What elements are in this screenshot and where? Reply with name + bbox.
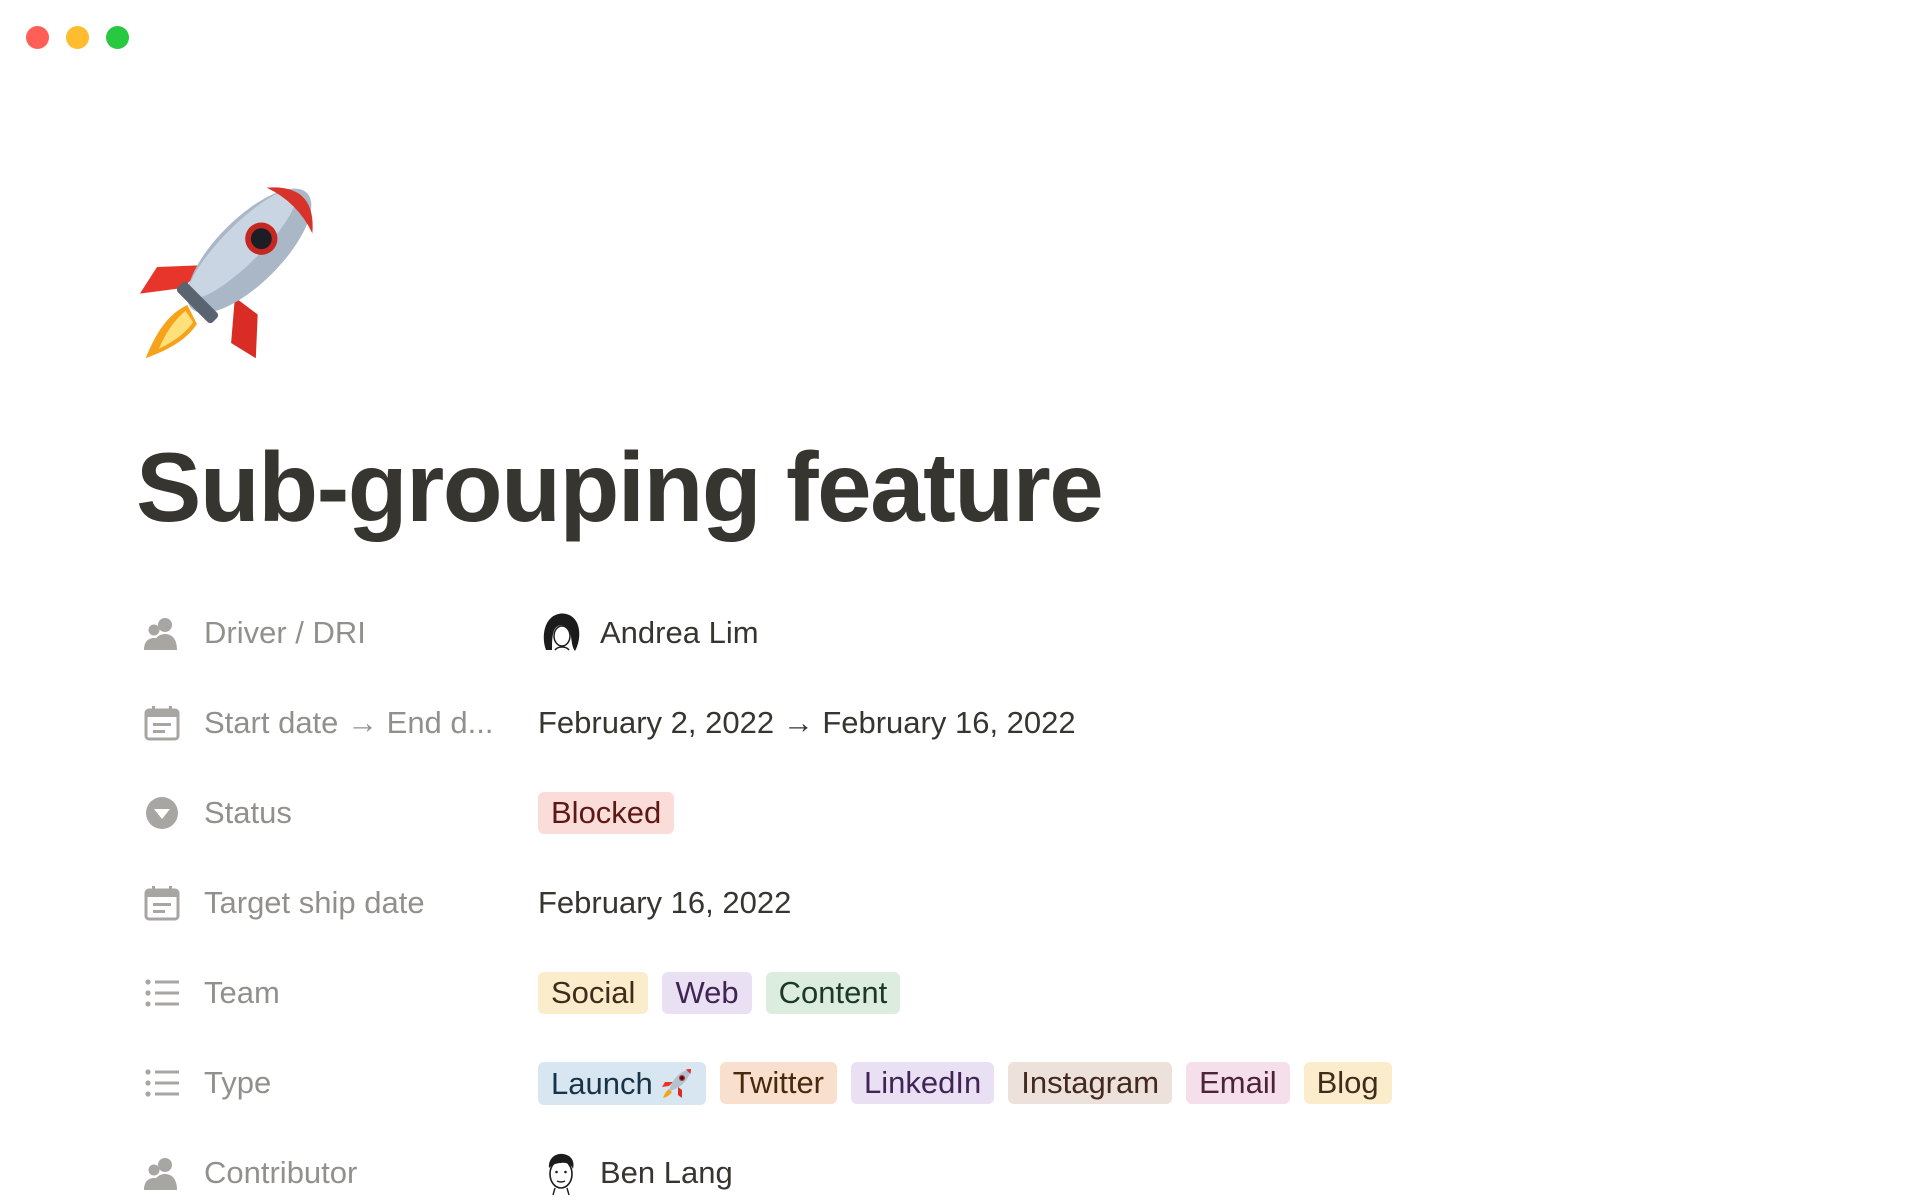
person-icon [140, 1151, 184, 1195]
status-icon [140, 791, 184, 835]
property-dates: Start date → End d... February 2, 2022 →… [140, 678, 1740, 768]
property-contributor: Contributor Ben Lang [140, 1128, 1740, 1200]
tag-blog[interactable]: Blog [1303, 1062, 1392, 1104]
property-label-text: Team [204, 975, 280, 1010]
properties-panel: Driver / DRI Andrea Lim Start date → End… [140, 588, 1740, 1200]
property-label-text: Contributor [204, 1155, 358, 1190]
tag-twitter[interactable]: Twitter [719, 1062, 838, 1104]
page-rocket-icon[interactable] [138, 172, 328, 362]
calendar-icon [140, 701, 184, 745]
person-name: Ben Lang [600, 1155, 733, 1190]
tag-social[interactable]: Social [538, 972, 649, 1014]
rocket-icon [661, 1067, 693, 1099]
minimize-window-button[interactable] [66, 26, 89, 49]
list-icon [140, 1061, 184, 1105]
calendar-icon [140, 881, 184, 925]
property-target-ship-date: Target ship date February 16, 2022 [140, 858, 1740, 948]
tag-email[interactable]: Email [1186, 1062, 1290, 1104]
property-label-text: Type [204, 1065, 272, 1100]
property-label-target-ship-date[interactable]: Target ship date [140, 881, 538, 925]
property-value-contributor[interactable]: Ben Lang [538, 1150, 733, 1196]
property-label-text: Driver / DRI [204, 615, 366, 650]
property-value-target-ship-date[interactable]: February 16, 2022 [538, 885, 791, 921]
property-label-dates[interactable]: Start date → End d... [140, 701, 538, 745]
property-value-type[interactable]: Launch Twitter LinkedIn Instagram Email … [538, 1061, 1406, 1105]
tag-linkedin[interactable]: LinkedIn [851, 1062, 995, 1104]
property-value-dates[interactable]: February 2, 2022 → February 16, 2022 [538, 705, 1076, 741]
person-name: Andrea Lim [600, 615, 759, 650]
property-label-text: Target ship date [204, 885, 425, 920]
tag-instagram[interactable]: Instagram [1008, 1062, 1173, 1104]
property-label-team[interactable]: Team [140, 971, 538, 1015]
property-label-type[interactable]: Type [140, 1061, 538, 1105]
property-value-status[interactable]: Blocked [538, 792, 688, 834]
property-value-driver[interactable]: Andrea Lim [538, 610, 759, 656]
status-badge[interactable]: Blocked [538, 792, 675, 834]
property-label-driver[interactable]: Driver / DRI [140, 611, 538, 655]
avatar [538, 1150, 584, 1196]
page-title[interactable]: Sub-grouping feature [136, 438, 1104, 536]
property-status: Status Blocked [140, 768, 1740, 858]
property-value-team[interactable]: Social Web Content [538, 972, 914, 1014]
close-window-button[interactable] [26, 26, 49, 49]
property-label-status[interactable]: Status [140, 791, 538, 835]
list-icon [140, 971, 184, 1015]
property-label-text: Start date → End d... [204, 705, 494, 740]
tag-launch-text: Launch [551, 1065, 653, 1101]
property-team: Team Social Web Content [140, 948, 1740, 1038]
window-controls [26, 26, 129, 49]
property-type: Type Launch Twitter LinkedIn Instagram E… [140, 1038, 1740, 1128]
property-driver: Driver / DRI Andrea Lim [140, 588, 1740, 678]
maximize-window-button[interactable] [106, 26, 129, 49]
property-label-text: Status [204, 795, 292, 830]
tag-web[interactable]: Web [662, 972, 752, 1014]
avatar [538, 610, 584, 656]
tag-launch[interactable]: Launch [538, 1061, 706, 1105]
person-icon [140, 611, 184, 655]
tag-content[interactable]: Content [765, 972, 901, 1014]
property-label-contributor[interactable]: Contributor [140, 1151, 538, 1195]
